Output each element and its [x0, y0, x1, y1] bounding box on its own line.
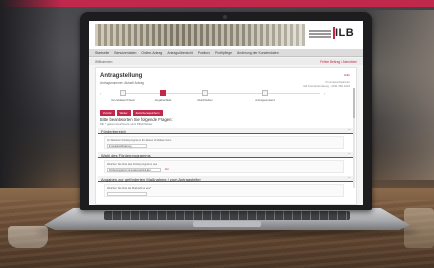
step-abschliessen[interactable]: Abschließen [190, 90, 220, 102]
next-button[interactable]: Weiter [116, 110, 131, 116]
logout-link[interactable]: Fehler Beitrag / Abmelden [320, 60, 357, 64]
contact-info: Ihr Ansprechpartner ILB Kundenberatung ·… [303, 80, 350, 88]
step-antragsversand[interactable]: Antragsversand [250, 90, 280, 102]
section-title: Angaben zur geförderten Maßnahme / zum A… [101, 176, 201, 182]
step-angabenblatt[interactable]: Angabenblatt [148, 90, 178, 102]
bank-name-lines [309, 29, 331, 41]
breadcrumb[interactable]: Willkommen [95, 60, 112, 64]
field-foerderprogramm: Welchen Sie bitte das Förderprogramm aus… [104, 160, 344, 173]
laptop-screen: ILB Startseite Benutzerdaten Online-Antr… [89, 21, 363, 205]
field-label: Welchen Sie bitte das Förderprogramm aus [107, 163, 158, 166]
nav-item-kundendaten[interactable]: Änderung der Kundendaten [237, 51, 279, 55]
required-note: Mit * gekennzeichnete sind Pflichtfelder [100, 122, 153, 126]
chevron-up-icon[interactable]: ⌃ [348, 152, 351, 157]
section-title: Förderbereich [101, 128, 126, 134]
background-left-shadow [0, 0, 62, 200]
chevron-up-icon[interactable]: ⌃ [348, 128, 351, 133]
massnahme-select[interactable] [107, 192, 147, 196]
save-draft-button[interactable]: Zwischenspeichern [132, 110, 163, 116]
background-right-light [364, 10, 434, 180]
step-label: Grunddaten/Check [111, 98, 135, 102]
nav-item-online-antrag[interactable]: Online-Antrag [141, 51, 162, 55]
step-box-active [160, 90, 166, 96]
webcam-icon [223, 15, 227, 19]
section-foerderbereich[interactable]: Förderbereich ⌃ [98, 128, 354, 134]
foerderbereich-select[interactable]: Innovationsförderung [107, 144, 147, 148]
chevron-right-icon[interactable]: › [324, 91, 325, 96]
background-red-strip [0, 0, 434, 7]
scrollbar[interactable] [353, 88, 355, 188]
form-panel: Antragstellung Antragsnummer: Aktuell An… [95, 67, 357, 205]
nav-item-benutzerdaten[interactable]: Benutzerdaten [114, 51, 136, 55]
step-grunddaten[interactable]: Grunddaten/Check [108, 90, 138, 102]
scrollbar-thumb[interactable] [353, 88, 355, 118]
ilb-logo[interactable]: ILB [335, 27, 354, 39]
step-box [202, 90, 208, 96]
help-link[interactable]: Hilfe [344, 73, 350, 77]
application-number: Antragsnummer: Aktuell Antrag [100, 81, 144, 85]
page-title: Antragstellung [100, 73, 143, 79]
back-button[interactable]: Zurück [100, 110, 115, 116]
laptop-lid: ILB Startseite Benutzerdaten Online-Antr… [80, 12, 372, 210]
section-massnahme[interactable]: Angaben zur geförderten Maßnahme / zum A… [98, 176, 354, 182]
section-foerderprogramm[interactable]: Wahl des Förderprogramms ⌃ [98, 152, 354, 158]
chevron-left-icon[interactable]: ‹ [100, 91, 101, 96]
step-label: Antragsversand [255, 98, 275, 102]
nav-item-profilpflege[interactable]: Profilpflege [215, 51, 232, 55]
contact-detail: ILB Kundenberatung · 0331 660 2222 [303, 83, 350, 88]
form-button-row: Zurück Weiter Zwischenspeichern [100, 110, 165, 116]
step-label: Abschließen [197, 98, 213, 102]
field-foerderbereich: Im Weiteren Förderprogramm für dieses Vo… [104, 136, 344, 149]
field-label: Im Weiteren Förderprogramm für dieses Vo… [107, 139, 172, 142]
foerderprogramm-select[interactable]: Förderprogramm Innovationsschub-Eur [107, 168, 161, 172]
field-label: Welchen Sie bitte die Maßnahme aus* [107, 187, 152, 190]
field-massnahme: Welchen Sie bitte die Maßnahme aus* [104, 184, 344, 197]
laptop-keyboard [104, 211, 350, 220]
nav-item-postbox[interactable]: Postbox [198, 51, 210, 55]
blurred-object-right [404, 208, 434, 248]
section-title: Wahl des Förderprogramms [101, 152, 151, 158]
nav-item-startseite[interactable]: Startseite [95, 51, 109, 55]
step-box [262, 90, 268, 96]
info-link[interactable]: Zur [165, 168, 169, 171]
banner-columns [95, 24, 305, 46]
progress-steps: ‹ Grunddaten/Check Angabenblatt Abschlie… [100, 90, 354, 108]
laptop-trackpad [193, 221, 261, 227]
nav-item-antragsuebersicht[interactable]: Antragsübersicht [167, 51, 192, 55]
chevron-up-icon[interactable]: ⌃ [348, 176, 351, 181]
main-nav: Startseite Benutzerdaten Online-Antrag A… [89, 49, 363, 57]
step-box [120, 90, 126, 96]
step-label: Angabenblatt [154, 98, 172, 102]
blurred-cup [8, 226, 48, 248]
